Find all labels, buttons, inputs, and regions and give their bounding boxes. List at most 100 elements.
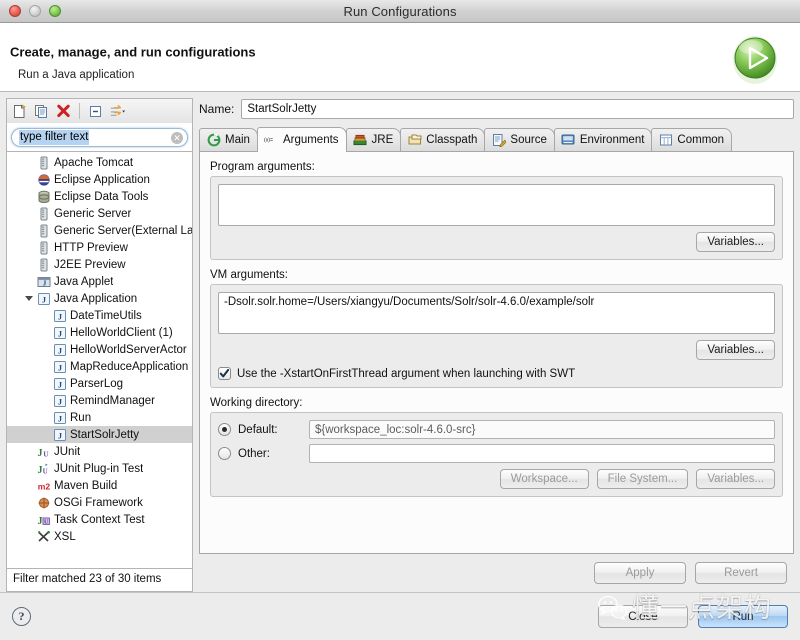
tree-item-startsolrjetty[interactable]: J StartSolrJetty (7, 426, 192, 443)
tree-item-label: OSGi Framework (54, 496, 143, 509)
xstart-on-first-thread-checkbox[interactable] (218, 367, 231, 380)
tab-arguments[interactable]: (x)= Arguments (256, 127, 347, 152)
tree-item-label: MapReduceApplication (70, 360, 189, 373)
task-context-junit-icon: JU (35, 513, 52, 527)
tree-item-helloworldserveractor[interactable]: J HelloWorldServerActor (7, 341, 192, 358)
server-icon (35, 156, 52, 170)
vm-arguments-input[interactable]: -Dsolr.solr.home=/Users/xiangyu/Document… (218, 292, 775, 334)
svg-text:J: J (37, 448, 42, 459)
program-arguments-label: Program arguments: (210, 161, 315, 173)
working-directory-other-row[interactable]: Other: (218, 444, 775, 463)
tree-item-label: JUnit (54, 445, 81, 458)
tab-common[interactable]: Common (651, 128, 733, 151)
tree-item-remindmanager[interactable]: J RemindManager (7, 392, 192, 409)
arguments-xy-icon: (x)= (264, 133, 279, 147)
file-system-button[interactable]: File System... (596, 469, 689, 489)
svg-text:J: J (57, 346, 61, 355)
tree-item-helloworldclient-1[interactable]: J HelloWorldClient (1) (7, 324, 192, 341)
tab-source[interactable]: Source (484, 128, 555, 151)
svg-text:U: U (43, 449, 49, 458)
apply-button[interactable]: Apply (594, 562, 686, 584)
tree-item-datetimeutils[interactable]: J DateTimeUtils (7, 307, 192, 324)
common-table-icon (658, 133, 673, 147)
tab-main[interactable]: Main (199, 128, 258, 151)
svg-text:(x)=: (x)= (264, 138, 273, 144)
run-button[interactable]: Run (698, 605, 788, 628)
svg-text:J: J (37, 516, 42, 527)
tree-item-junit[interactable]: J U JUnit (7, 443, 192, 460)
tab-jre[interactable]: JRE (345, 128, 402, 151)
working-directory-default-row[interactable]: Default: ${workspace_loc:solr-4.6.0-src} (218, 420, 775, 439)
tree-item-label: J2EE Preview (54, 258, 126, 271)
tree-item-http-preview[interactable]: HTTP Preview (7, 239, 192, 256)
tree-item-mapreduceapplication[interactable]: J MapReduceApplication (7, 358, 192, 375)
program-arguments-input[interactable] (218, 184, 775, 226)
working-directory-other-input[interactable] (309, 444, 775, 463)
run-configurations-window: Run Configurations Create, manage, and r… (0, 0, 800, 640)
svg-text:J: J (57, 380, 61, 389)
tree-item-parserlog[interactable]: J ParserLog (7, 375, 192, 392)
tree-item-generic-server[interactable]: Generic Server (7, 205, 192, 222)
working-directory-default-input[interactable]: ${workspace_loc:solr-4.6.0-src} (309, 420, 775, 439)
classpath-folders-icon (407, 133, 422, 147)
working-directory-label: Working directory: (210, 397, 303, 409)
program-arguments-buttons: Variables... (218, 232, 775, 252)
tree-item-label: ParserLog (70, 377, 124, 390)
workspace-button[interactable]: Workspace... (499, 469, 589, 489)
chevron-down-icon[interactable] (22, 296, 35, 301)
revert-button[interactable]: Revert (695, 562, 787, 584)
vm-variables-button[interactable]: Variables... (696, 340, 775, 360)
close-button-footer[interactable]: Close (598, 605, 688, 628)
tree-item-label: RemindManager (70, 394, 156, 407)
svg-text:J: J (57, 431, 61, 440)
tree-item-osgi-framework[interactable]: OSGi Framework (7, 494, 192, 511)
tree-item-label: Maven Build (54, 479, 118, 492)
red-x-delete-icon[interactable] (55, 103, 72, 120)
tab-label: Environment (579, 134, 645, 146)
filter-arrows-icon[interactable] (109, 103, 126, 120)
source-pencil-icon (491, 133, 506, 147)
java-class-icon: J (51, 428, 68, 442)
xstart-on-first-thread-row[interactable]: Use the -XstartOnFirstThread argument wh… (218, 367, 775, 380)
configurations-tree[interactable]: Apache Tomcat Eclipse Application Eclipse … (6, 152, 193, 569)
tree-item-xsl[interactable]: XSL (7, 528, 192, 545)
tab-environment[interactable]: Environment (553, 128, 653, 151)
tree-item-eclipse-data-tools[interactable]: Eclipse Data Tools (7, 188, 192, 205)
close-button[interactable] (9, 5, 21, 17)
clear-circle-icon[interactable]: ✕ (171, 131, 183, 144)
tab-label: Common (677, 134, 725, 146)
java-class-icon: J (51, 326, 68, 340)
tree-item-java-application[interactable]: J Java Application (7, 290, 192, 307)
dialog-header: Create, manage, and run configurations R… (0, 23, 800, 92)
tree-item-junit-plug-in-test[interactable]: J U JUnit Plug-in Test (7, 460, 192, 477)
name-row: Name: StartSolrJetty (199, 98, 794, 120)
eclipse-icon (35, 173, 52, 187)
copy-icon[interactable] (33, 103, 50, 120)
search-input[interactable]: type filter text ✕ (11, 128, 188, 147)
maximize-button[interactable] (49, 5, 61, 17)
tree-item-eclipse-application[interactable]: Eclipse Application (7, 171, 192, 188)
tab-classpath[interactable]: Classpath (400, 128, 486, 151)
java-class-icon: J (51, 360, 68, 374)
working-directory-default-radio[interactable] (218, 423, 231, 436)
name-input[interactable]: StartSolrJetty (241, 99, 794, 119)
tree-item-run[interactable]: J Run (7, 409, 192, 426)
minimize-button[interactable] (29, 5, 41, 17)
tree-item-task-context-test[interactable]: J U Task Context Test (7, 511, 192, 528)
tree-item-apache-tomcat[interactable]: Apache Tomcat (7, 154, 192, 171)
tab-bar[interactable]: Main (x)= Arguments JRE Classpath Source Envir… (199, 126, 794, 152)
working-directory-other-radio[interactable] (218, 447, 231, 460)
collapse-all-icon[interactable] (87, 103, 104, 120)
tab-label: JRE (371, 134, 394, 146)
tree-item-label: HTTP Preview (54, 241, 128, 254)
working-directory-variables-button[interactable]: Variables... (696, 469, 775, 489)
page-title: Create, manage, and run configurations (10, 44, 256, 60)
tree-item-generic-server-external-la[interactable]: Generic Server(External La (7, 222, 192, 239)
tree-item-maven-build[interactable]: m2 Maven Build (7, 477, 192, 494)
question-mark-help-icon[interactable]: ? (12, 607, 31, 626)
program-variables-button[interactable]: Variables... (696, 232, 775, 252)
new-document-icon[interactable] (11, 103, 28, 120)
tree-item-java-applet[interactable]: J Java Applet (7, 273, 192, 290)
svg-text:m2: m2 (37, 481, 50, 491)
tree-item-j2ee-preview[interactable]: J2EE Preview (7, 256, 192, 273)
